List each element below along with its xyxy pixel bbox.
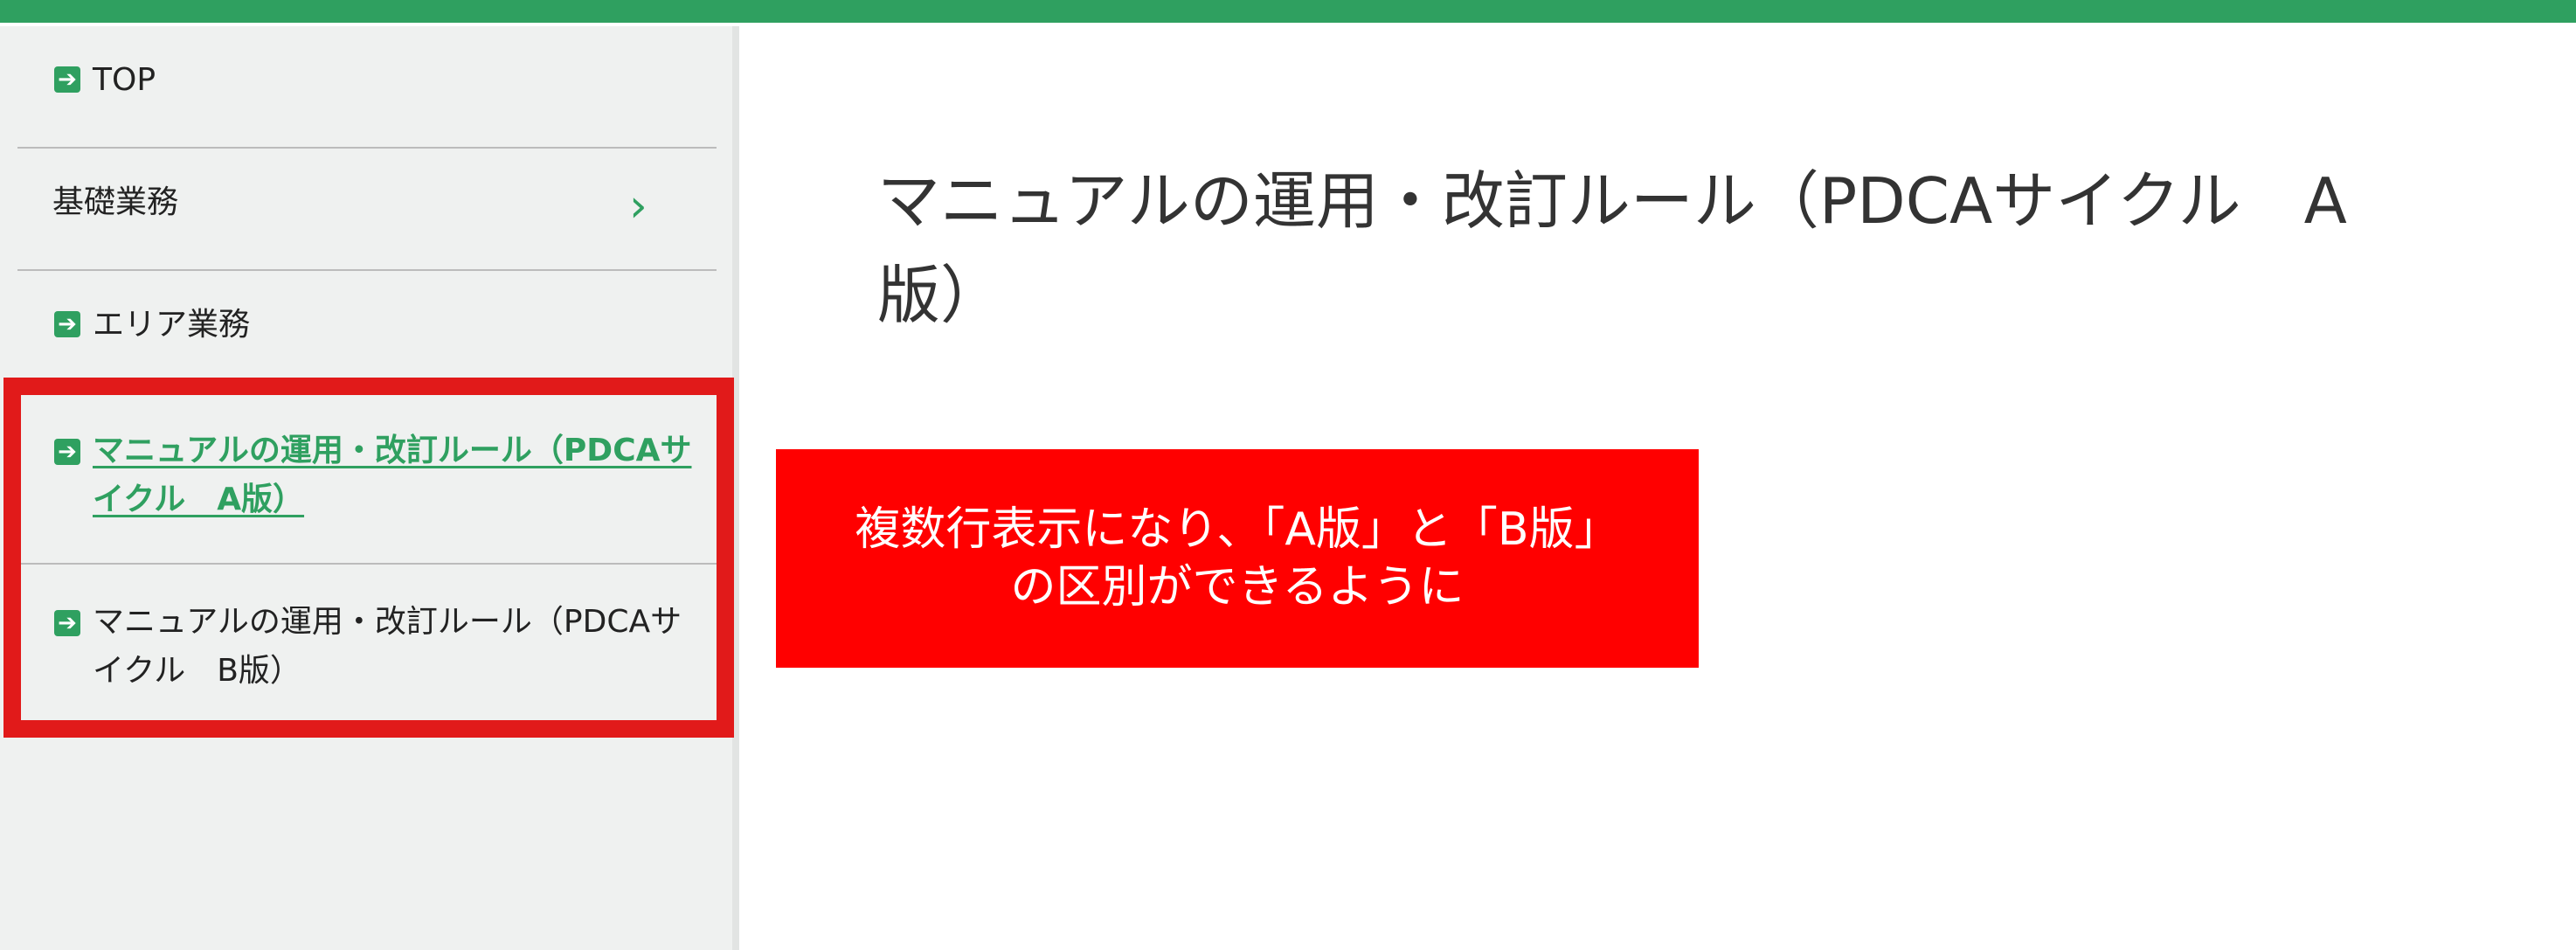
sidebar-item-label: エリア業務 (93, 307, 251, 343)
arrow-right-square-icon: ➔ (54, 66, 80, 93)
chevron-right-icon[interactable]: › (629, 184, 664, 229)
sidebar-item-top[interactable]: ➔ TOP (17, 26, 717, 149)
sidebar-item-area-work[interactable]: ➔ エリア業務 (17, 271, 717, 393)
highlight-box (3, 378, 734, 738)
arrow-right-square-icon: ➔ (54, 311, 80, 337)
sidebar-item-label: TOP (93, 62, 156, 98)
annotation-line-2: の区別ができるように (1010, 561, 1465, 614)
top-accent-bar (0, 0, 2576, 23)
annotation-callout: 複数行表示になり、「A版」と「B版」 の区別ができるように (776, 449, 1699, 668)
annotation-text: 複数行表示になり、「A版」と「B版」 の区別ができるように (855, 501, 1619, 616)
sidebar-item-basic-work[interactable]: 基礎業務 › (17, 149, 717, 271)
page-title: マニュアルの運用・改訂ルール（PDCAサイクル A版） (877, 164, 2347, 333)
sidebar-item-label: 基礎業務 (52, 184, 179, 220)
annotation-line-1: 複数行表示になり、「A版」と「B版」 (855, 503, 1620, 556)
